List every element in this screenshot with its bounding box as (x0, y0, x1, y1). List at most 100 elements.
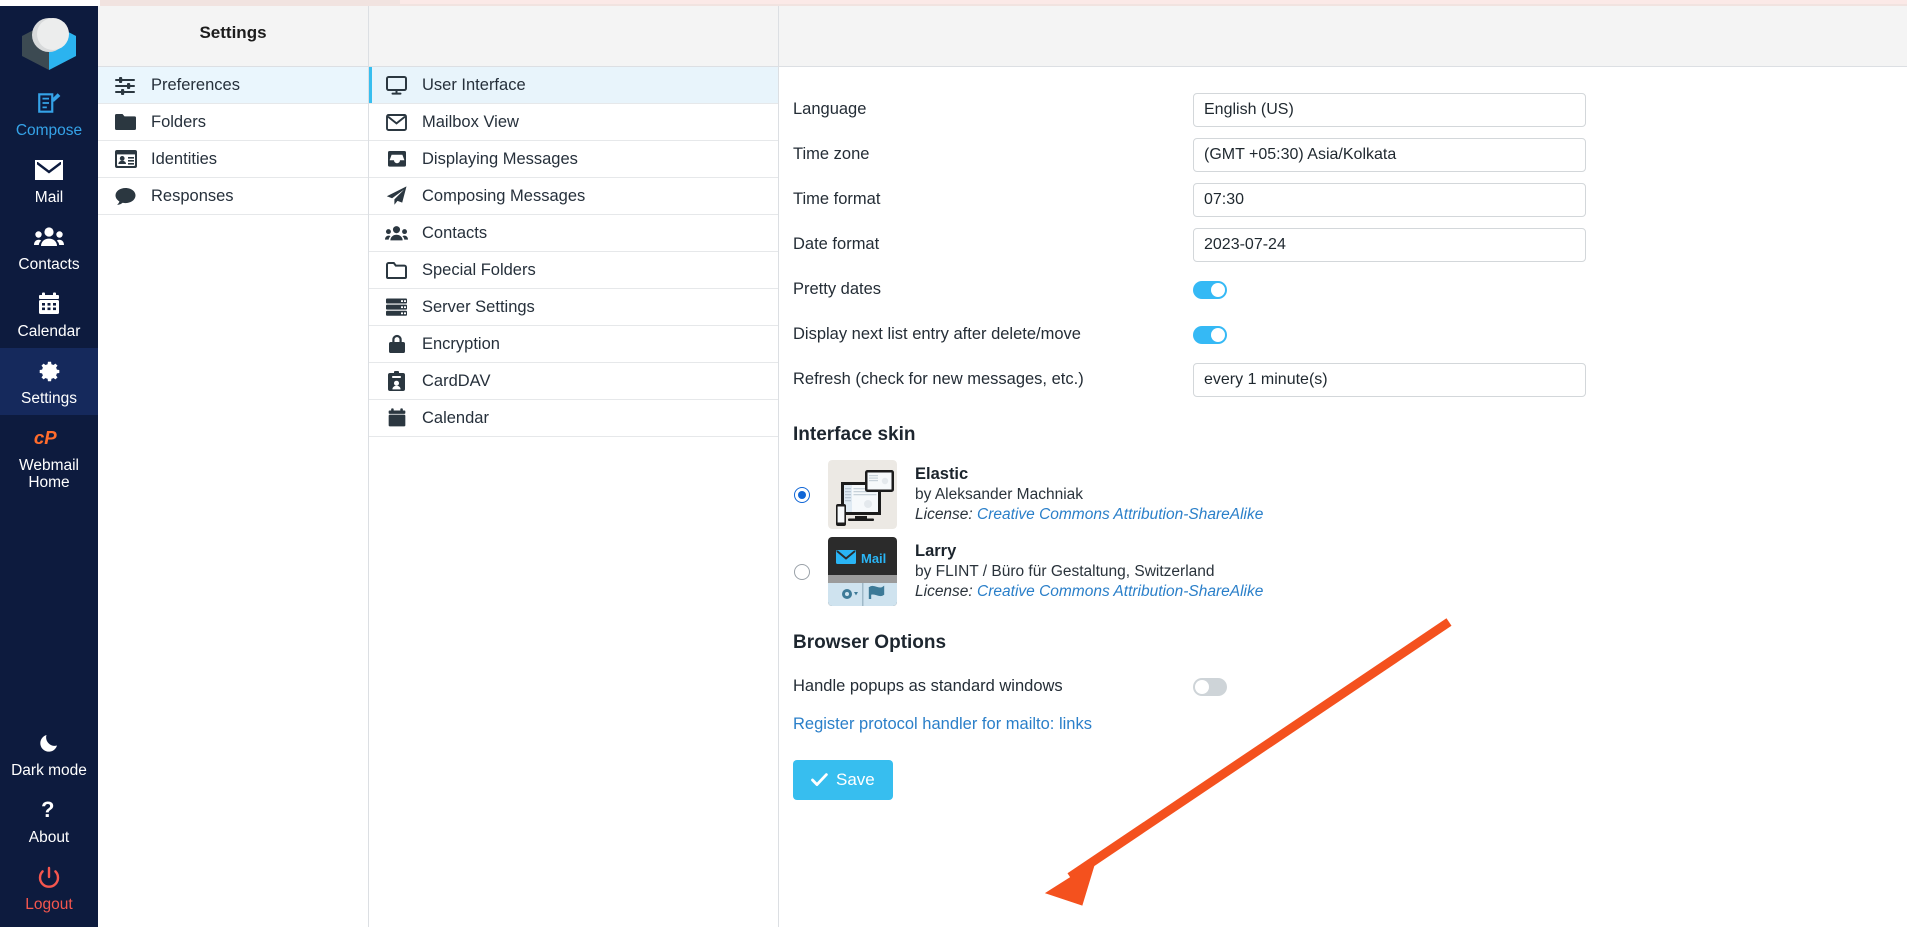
task-label: Mail (34, 189, 64, 207)
question-icon: ? (38, 796, 60, 824)
sections-column-header (369, 0, 778, 67)
handle-popups-toggle[interactable] (1193, 677, 1227, 696)
id-card-icon (114, 150, 137, 168)
task-mail[interactable]: Mail (0, 147, 98, 214)
refresh-select[interactable]: every 1 minute(s) (1193, 362, 1586, 397)
power-icon (37, 863, 61, 891)
field-row-handle-popups: Handle popups as standard windows (779, 664, 1907, 709)
settings-column-header: Settings (98, 0, 368, 67)
skin-license: License: Creative Commons Attribution-Sh… (915, 506, 1263, 524)
svg-text:Mail: Mail (861, 551, 886, 566)
save-button-label: Save (836, 770, 875, 789)
register-protocol-handler-link[interactable]: Register protocol handler for mailto: li… (793, 715, 1092, 733)
language-select[interactable]: English (US) (1193, 92, 1586, 127)
settings-list: Preferences Folders Identities Responses (98, 67, 368, 215)
task-sidebar: Compose Mail Contacts Calendar Settings … (0, 0, 98, 927)
section-item-user-interface[interactable]: User Interface (369, 67, 778, 104)
comment-icon (114, 187, 137, 206)
task-label: Logout (25, 895, 73, 913)
settings-item-label: Responses (151, 186, 234, 205)
task-label: Contacts (18, 256, 80, 274)
moon-icon (37, 729, 61, 757)
browser-options-title: Browser Options (793, 632, 947, 653)
field-row-language: Language English (US) (779, 87, 1907, 132)
section-item-label: Special Folders (422, 260, 536, 279)
task-logout[interactable]: Logout (0, 854, 98, 927)
task-webmail-home[interactable]: cP Webmail Home (0, 415, 98, 499)
skin-license-link[interactable]: Creative Commons Attribution-ShareAlike (977, 506, 1263, 523)
settings-column: Settings Preferences Folders Identities … (98, 0, 369, 927)
svg-text:?: ? (41, 798, 54, 822)
task-dark-mode[interactable]: Dark mode (0, 720, 98, 787)
settings-item-identities[interactable]: Identities (98, 141, 368, 178)
section-item-contacts[interactable]: Contacts (369, 215, 778, 252)
section-item-server-settings[interactable]: Server Settings (369, 289, 778, 326)
skin-option-elastic[interactable]: Elastic by Aleksander Machniak License: … (779, 456, 1907, 533)
id-badge-icon (385, 371, 408, 391)
check-icon (811, 773, 828, 786)
section-item-carddav[interactable]: CardDAV (369, 363, 778, 400)
task-compose[interactable]: Compose (0, 80, 98, 147)
save-button[interactable]: Save (793, 760, 893, 800)
section-item-label: Mailbox View (422, 112, 519, 131)
cpanel-icon: cP (33, 424, 65, 452)
section-item-label: Encryption (422, 334, 500, 353)
skin-license: License: Creative Commons Attribution-Sh… (915, 583, 1263, 601)
field-label: Language (793, 100, 867, 118)
section-item-special-folders[interactable]: Special Folders (369, 252, 778, 289)
task-about[interactable]: ? About (0, 787, 98, 854)
roundcube-logo (0, 8, 98, 80)
preferences-sections-column: User Interface Mailbox View Displaying M… (369, 0, 779, 927)
content-header (779, 0, 1907, 67)
paper-plane-icon (385, 186, 408, 206)
top-strip (0, 0, 1907, 6)
section-item-label: Calendar (422, 408, 489, 427)
task-label: Calendar (17, 323, 81, 341)
skin-license-link[interactable]: Creative Commons Attribution-ShareAlike (977, 583, 1263, 600)
field-label: Time zone (793, 145, 870, 163)
section-item-calendar[interactable]: Calendar (369, 400, 778, 437)
calendar-icon (37, 290, 61, 318)
gear-icon (37, 357, 62, 385)
contacts-icon (385, 225, 408, 242)
task-calendar[interactable]: Calendar (0, 281, 98, 348)
skin-author: by FLINT / Büro für Gestaltung, Switzerl… (915, 563, 1215, 580)
skin-thumbnail-larry: Mail (828, 537, 897, 606)
skin-name: Larry (915, 542, 957, 560)
task-settings[interactable]: Settings (0, 348, 98, 416)
date-format-select[interactable]: 2023-07-24 (1193, 227, 1586, 262)
field-row-date-format: Date format 2023-07-24 (779, 222, 1907, 267)
skin-thumbnail-elastic (828, 460, 897, 529)
user-interface-form: Language English (US) Time zone (GMT +05… (779, 67, 1907, 800)
task-contacts[interactable]: Contacts (0, 214, 98, 281)
skin-option-larry[interactable]: Mail Larry by FLINT / Büro für Gestaltun… (779, 533, 1907, 610)
section-item-encryption[interactable]: Encryption (369, 326, 778, 363)
section-item-label: User Interface (422, 75, 526, 94)
section-item-mailbox-view[interactable]: Mailbox View (369, 104, 778, 141)
task-label: Settings (20, 390, 77, 408)
settings-item-label: Folders (151, 112, 207, 131)
field-label: Pretty dates (793, 280, 882, 298)
folder-open-icon (385, 261, 408, 279)
task-label: Compose (15, 122, 83, 139)
section-item-composing-messages[interactable]: Composing Messages (369, 178, 778, 215)
task-label: Webmail Home (18, 457, 79, 492)
field-label: Date format (793, 235, 880, 253)
skin-radio-elastic[interactable] (794, 486, 810, 503)
skin-author: by Aleksander Machniak (915, 486, 1084, 503)
skin-radio-larry[interactable] (794, 563, 810, 580)
section-item-displaying-messages[interactable]: Displaying Messages (369, 141, 778, 178)
settings-item-preferences[interactable]: Preferences (98, 67, 368, 104)
settings-item-folders[interactable]: Folders (98, 104, 368, 141)
time-zone-select[interactable]: (GMT +05:30) Asia/Kolkata (1193, 137, 1586, 172)
field-label: Refresh (check for new messages, etc.) (793, 370, 1084, 388)
field-row-time-zone: Time zone (GMT +05:30) Asia/Kolkata (779, 132, 1907, 177)
section-item-label: Displaying Messages (422, 149, 578, 168)
settings-item-responses[interactable]: Responses (98, 178, 368, 215)
settings-item-label: Identities (151, 149, 218, 168)
contacts-icon (34, 223, 64, 251)
field-label: Time format (793, 190, 881, 208)
pretty-dates-toggle[interactable] (1193, 280, 1227, 299)
time-format-select[interactable]: 07:30 (1193, 182, 1586, 217)
display-next-entry-toggle[interactable] (1193, 325, 1227, 344)
